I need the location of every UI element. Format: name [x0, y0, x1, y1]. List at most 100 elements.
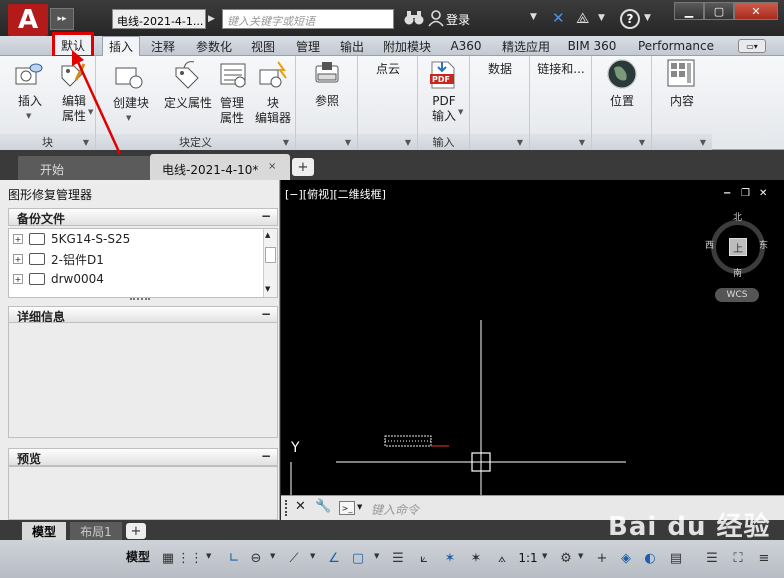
chevron-down-icon[interactable]: ▼: [530, 12, 540, 28]
collapse-icon[interactable]: −: [261, 209, 271, 223]
chevron-down-icon[interactable]: ▼: [206, 552, 211, 560]
panel-title[interactable]: ▼: [530, 134, 591, 150]
transparency-icon[interactable]: ⟀: [416, 548, 432, 568]
panel-title[interactable]: 块 ▼: [0, 134, 95, 150]
search-input[interactable]: 键入关键字或短语: [222, 9, 394, 29]
tab-manage[interactable]: 管理: [288, 36, 328, 56]
tab-featured-apps[interactable]: 精选应用: [494, 36, 558, 56]
chevron-down-icon[interactable]: ▼: [283, 138, 289, 147]
user-icon[interactable]: [428, 9, 446, 27]
annotation-scale-value[interactable]: 1:1: [516, 548, 540, 568]
customize-icon[interactable]: ☰: [704, 548, 720, 568]
tab-model[interactable]: 模型: [22, 522, 66, 540]
clean-screen-icon[interactable]: ▤: [668, 548, 684, 568]
preview-header[interactable]: 预览 −: [8, 448, 278, 466]
panel-title[interactable]: 块定义 ▼: [96, 134, 295, 150]
a360-icon[interactable]: ⟁: [576, 9, 594, 29]
insert-button[interactable]: 插入: [6, 94, 54, 109]
plus-icon[interactable]: +: [594, 548, 610, 568]
chevron-down-icon[interactable]: ▼: [310, 552, 315, 560]
content-button[interactable]: 内容: [656, 94, 708, 109]
manage-attribute-button[interactable]: 管理 属性: [214, 96, 250, 126]
chevron-down-icon[interactable]: ▼: [542, 552, 547, 560]
chevron-down-icon[interactable]: ▼: [374, 552, 379, 560]
add-layout-button[interactable]: +: [126, 523, 146, 539]
expand-icon[interactable]: +: [13, 254, 23, 264]
drawing-canvas[interactable]: [−][俯视][二维线框] − ❐ ✕ 上 北 南 东 西 WCS Y: [281, 180, 784, 495]
model-space-toggle[interactable]: 模型: [126, 548, 156, 568]
isolate-objects-icon[interactable]: ◈: [618, 548, 634, 568]
chevron-down-icon[interactable]: ▼: [88, 108, 93, 116]
panel-title[interactable]: ▼: [592, 134, 651, 150]
chevron-down-icon[interactable]: ▼: [83, 138, 89, 147]
expand-icon[interactable]: +: [13, 234, 23, 244]
wrench-icon[interactable]: 🔧: [315, 499, 331, 517]
chevron-down-icon[interactable]: ▼: [357, 503, 362, 511]
panel-title[interactable]: ▼: [470, 134, 529, 150]
ribbon-minimize-toggle[interactable]: ▭▾: [738, 39, 766, 53]
snap-icon[interactable]: ⋮⋮: [177, 548, 203, 568]
chevron-down-icon[interactable]: ▼: [598, 13, 606, 27]
tab-output[interactable]: 输出: [334, 36, 370, 56]
file-tab-start[interactable]: 开始: [18, 156, 150, 180]
chevron-down-icon[interactable]: ▼: [700, 138, 706, 147]
tab-a360[interactable]: A360: [446, 36, 486, 56]
fullscreen-icon[interactable]: ⛶: [730, 548, 746, 568]
scrollbar-thumb[interactable]: [265, 247, 276, 263]
new-file-tab-button[interactable]: +: [292, 158, 314, 176]
chevron-down-icon[interactable]: ▼: [578, 552, 583, 560]
block-editor-button[interactable]: 块编辑器: [250, 96, 296, 126]
auto-scale-icon[interactable]: ✶: [468, 548, 484, 568]
tab-annotate[interactable]: 注释: [144, 36, 182, 56]
command-history-icon[interactable]: >_: [339, 501, 355, 515]
tab-insert[interactable]: 插入: [102, 36, 140, 56]
maximize-button[interactable]: ▢: [704, 2, 734, 20]
location-button[interactable]: 位置: [596, 94, 648, 109]
reference-button[interactable]: 参照: [302, 94, 352, 109]
chevron-down-icon[interactable]: ▼: [265, 285, 275, 295]
chevron-down-icon[interactable]: ▼: [579, 138, 585, 147]
define-attribute-button[interactable]: 定义属性: [158, 96, 218, 111]
panel-title[interactable]: ▼: [358, 134, 417, 150]
list-item[interactable]: +5KG14-S-S25: [13, 229, 130, 249]
chevron-right-icon[interactable]: ▶: [208, 9, 220, 29]
annotation-scale-icon[interactable]: ⟑: [494, 548, 510, 568]
collapse-icon[interactable]: −: [261, 449, 271, 463]
panel-title[interactable]: ▼: [652, 134, 712, 150]
close-icon[interactable]: ×: [268, 161, 280, 173]
collapse-icon[interactable]: −: [261, 307, 271, 321]
chevron-down-icon[interactable]: ▼: [639, 138, 645, 147]
chevron-down-icon[interactable]: ▼: [405, 138, 411, 147]
close-button[interactable]: ✕: [734, 2, 778, 20]
command-line-grip[interactable]: [285, 500, 291, 516]
tab-addins[interactable]: 附加模块: [376, 36, 438, 56]
tab-bim360[interactable]: BIM 360: [564, 36, 620, 56]
panel-title[interactable]: ▼: [296, 134, 357, 150]
hardware-acceleration-icon[interactable]: ◐: [642, 548, 658, 568]
tab-default[interactable]: 默认: [52, 32, 94, 58]
chevron-up-icon[interactable]: ▲: [265, 231, 275, 241]
close-icon[interactable]: ✕: [295, 499, 309, 517]
backup-files-header[interactable]: 备份文件 −: [8, 208, 278, 226]
chevron-down-icon[interactable]: ▼: [644, 13, 652, 27]
application-menu-button[interactable]: A: [8, 4, 48, 36]
lineweight-icon[interactable]: ☰: [390, 548, 406, 568]
chevron-down-icon[interactable]: ▼: [458, 108, 463, 116]
create-block-button[interactable]: 创建块: [106, 96, 156, 111]
object-snap-icon[interactable]: ▢: [350, 548, 366, 568]
tab-view[interactable]: 视图: [244, 36, 282, 56]
panel-title[interactable]: 输入: [418, 134, 469, 150]
list-item[interactable]: + drw0004: [13, 269, 104, 289]
quick-access-expand-button[interactable]: ▸▸: [50, 8, 74, 30]
binoculars-icon[interactable]: [404, 10, 424, 28]
login-button[interactable]: 登录: [446, 11, 524, 29]
ortho-icon[interactable]: ∟: [226, 548, 242, 568]
gear-icon[interactable]: ⚙: [558, 548, 574, 568]
list-item[interactable]: +2-铝件D1: [13, 249, 104, 269]
menu-icon[interactable]: ≡: [756, 548, 772, 568]
splitter-grip[interactable]: [130, 298, 150, 304]
chevron-down-icon[interactable]: ▼: [26, 112, 31, 120]
help-icon[interactable]: ?: [620, 9, 640, 29]
object-snap-tracking-icon[interactable]: ∠: [326, 548, 342, 568]
chevron-down-icon[interactable]: ▼: [270, 552, 275, 560]
